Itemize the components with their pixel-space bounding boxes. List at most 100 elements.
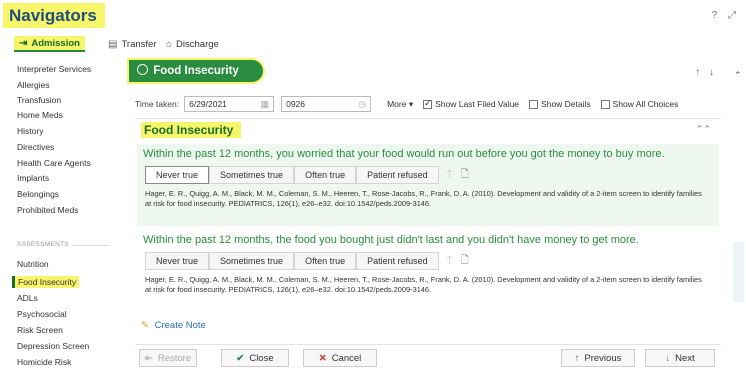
clock-icon[interactable]: ◷: [358, 99, 366, 110]
sidebar-item-food-insecurity[interactable]: Food Insecurity: [11, 276, 80, 288]
next-button[interactable]: ↓ Next: [645, 349, 715, 367]
option-often-true[interactable]: Often true: [294, 252, 357, 270]
transfer-icon: ▤: [108, 38, 118, 50]
time-value: 0926: [286, 99, 306, 109]
scrollbar-thumb[interactable]: [733, 242, 744, 302]
sidebar-item-directives[interactable]: Directives: [17, 142, 54, 152]
restore-label: Restore: [157, 352, 192, 364]
question-text: Within the past 12 months, you worried t…: [143, 148, 665, 160]
top-bar: Navigators ? ⤢: [0, 0, 746, 32]
collapse-icon[interactable]: ⌃⌃: [696, 124, 711, 135]
sidebar-item-implants[interactable]: Implants: [17, 173, 49, 183]
option-often-true[interactable]: Often true: [294, 166, 357, 184]
discharge-icon: ⌂: [166, 38, 173, 50]
sidebar-item-allergies[interactable]: Allergies: [17, 80, 50, 90]
tab-bar: ⇥ Admission ▤ Transfer ⌂ Discharge: [0, 34, 746, 54]
check-icon: ✔: [236, 352, 245, 364]
chevron-up-icon[interactable]: ⌃: [734, 70, 742, 81]
comment-icon[interactable]: 🗋: [461, 167, 469, 184]
sidebar-item-homicide-risk[interactable]: Homicide Risk: [17, 357, 71, 367]
admission-icon: ⇥: [19, 37, 28, 49]
sidebar-item-psychosocial[interactable]: Psychosocial: [17, 309, 67, 319]
sort-arrows: ↑ ↓: [695, 67, 714, 78]
window-title: Food Insecurity: [129, 60, 263, 82]
option-patient-refused[interactable]: Patient refused: [356, 252, 439, 270]
question-2: Within the past 12 months, the food you …: [137, 230, 719, 306]
tab-admission[interactable]: ⇥ Admission: [14, 36, 85, 52]
sidebar-item-home-meds[interactable]: Home Meds: [17, 110, 63, 120]
sidebar-item-health-care-agents[interactable]: Health Care Agents: [17, 158, 91, 168]
top-icons: ? ⤢: [704, 10, 736, 21]
sidebar-divider: [72, 245, 110, 246]
checkbox-label: Show Details: [541, 99, 591, 109]
window-title-text: Food Insecurity: [153, 65, 239, 77]
food-insecurity-icon: [137, 64, 148, 75]
sidebar-item-adls[interactable]: ADLs: [17, 293, 38, 303]
create-note-label: Create Note: [154, 320, 206, 331]
option-patient-refused[interactable]: Patient refused: [356, 166, 439, 184]
checkbox-box: [423, 98, 433, 109]
close-label: Close: [249, 352, 274, 364]
checkbox-box: [600, 99, 610, 109]
tab-transfer[interactable]: ▤ Transfer: [108, 36, 156, 52]
tab-label: Transfer: [121, 38, 157, 50]
time-field[interactable]: 0926 ◷: [281, 96, 372, 112]
sidebar-item-history[interactable]: History: [17, 126, 43, 136]
tab-label: Admission: [31, 37, 80, 49]
expand-icon[interactable]: ⤢: [728, 10, 736, 21]
tab-discharge[interactable]: ⌂ Discharge: [166, 36, 219, 52]
assessment-panel: Food Insecurity ↑ ↓ Time taken: 6/29/202…: [127, 58, 727, 372]
checkbox-label: Show Last Filed Value: [435, 99, 520, 109]
previous-label: Previous: [584, 352, 622, 364]
show-details-checkbox[interactable]: Show Details: [529, 99, 591, 109]
section-title: Food Insecurity: [141, 122, 242, 138]
more-menu[interactable]: More ▾: [387, 99, 413, 110]
answer-options: Never true Sometimes true Often true Pat…: [145, 252, 469, 270]
help-icon[interactable]: ?: [712, 10, 718, 21]
date-field[interactable]: 6/29/2021 ▦: [184, 96, 275, 112]
option-never-true[interactable]: Never true: [145, 252, 210, 270]
checkbox-box: [529, 99, 539, 109]
date-value: 6/29/2021: [189, 99, 227, 109]
arrow-up-icon: ↑: [574, 352, 580, 364]
sidebar-item-depression-screen[interactable]: Depression Screen: [17, 341, 89, 351]
cancel-button[interactable]: ✕ Cancel: [303, 349, 377, 367]
question-1: Within the past 12 months, you worried t…: [137, 144, 719, 226]
tab-label: Discharge: [176, 38, 219, 50]
show-last-filed-checkbox[interactable]: Show Last Filed Value: [423, 98, 520, 109]
sidebar-item-risk-screen[interactable]: Risk Screen: [17, 325, 63, 335]
section-header: Food Insecurity ⌃⌃: [135, 118, 721, 138]
scrollbar[interactable]: ⌃: [731, 62, 746, 372]
sidebar-item-prohibited-meds[interactable]: Prohibited Meds: [17, 205, 78, 215]
option-never-true[interactable]: Never true: [145, 166, 210, 184]
sidebar-item-transfusion[interactable]: Transfusion: [17, 95, 61, 105]
sidebar-section-label: ASSESSMENTS: [17, 241, 70, 248]
clear-icon[interactable]: ⍑: [447, 256, 453, 267]
sidebar-item-nutrition[interactable]: Nutrition: [17, 259, 49, 269]
calendar-icon[interactable]: ▦: [261, 99, 270, 110]
show-all-choices-checkbox[interactable]: Show All Choices: [600, 99, 679, 109]
time-taken-row: Time taken: 6/29/2021 ▦ 0926 ◷ More ▾ Sh…: [135, 95, 723, 113]
citation-text: Hager, E. R., Quigg, A. M., Black, M. M.…: [145, 189, 702, 208]
previous-button[interactable]: ↑ Previous: [561, 349, 635, 367]
option-sometimes-true[interactable]: Sometimes true: [209, 166, 295, 184]
page-title: Navigators: [3, 3, 105, 28]
comment-icon[interactable]: 🗋: [461, 253, 469, 270]
close-icon: ✕: [318, 352, 327, 364]
checkbox-label: Show All Choices: [612, 99, 679, 109]
restore-button[interactable]: ⇤ Restore: [139, 349, 197, 367]
question-text: Within the past 12 months, the food you …: [143, 234, 639, 246]
close-button[interactable]: ✔ Close: [221, 349, 289, 367]
cancel-label: Cancel: [331, 352, 362, 364]
sidebar-item-interpreter-services[interactable]: Interpreter Services: [17, 64, 91, 74]
citation-text: Hager, E. R., Quigg, A. M., Black, M. M.…: [145, 275, 702, 294]
arrow-down-icon[interactable]: ↓: [709, 67, 714, 78]
arrow-down-icon: ↓: [665, 352, 671, 364]
clear-icon[interactable]: ⍑: [447, 170, 453, 181]
create-note-link[interactable]: ✎ Create Note: [141, 320, 206, 331]
arrow-up-icon[interactable]: ↑: [695, 67, 700, 78]
sidebar-item-belongings[interactable]: Belongings: [17, 189, 59, 199]
sidebar: Interpreter Services Allergies Transfusi…: [0, 58, 120, 372]
option-sometimes-true[interactable]: Sometimes true: [209, 252, 295, 270]
note-icon: ✎: [141, 320, 149, 331]
